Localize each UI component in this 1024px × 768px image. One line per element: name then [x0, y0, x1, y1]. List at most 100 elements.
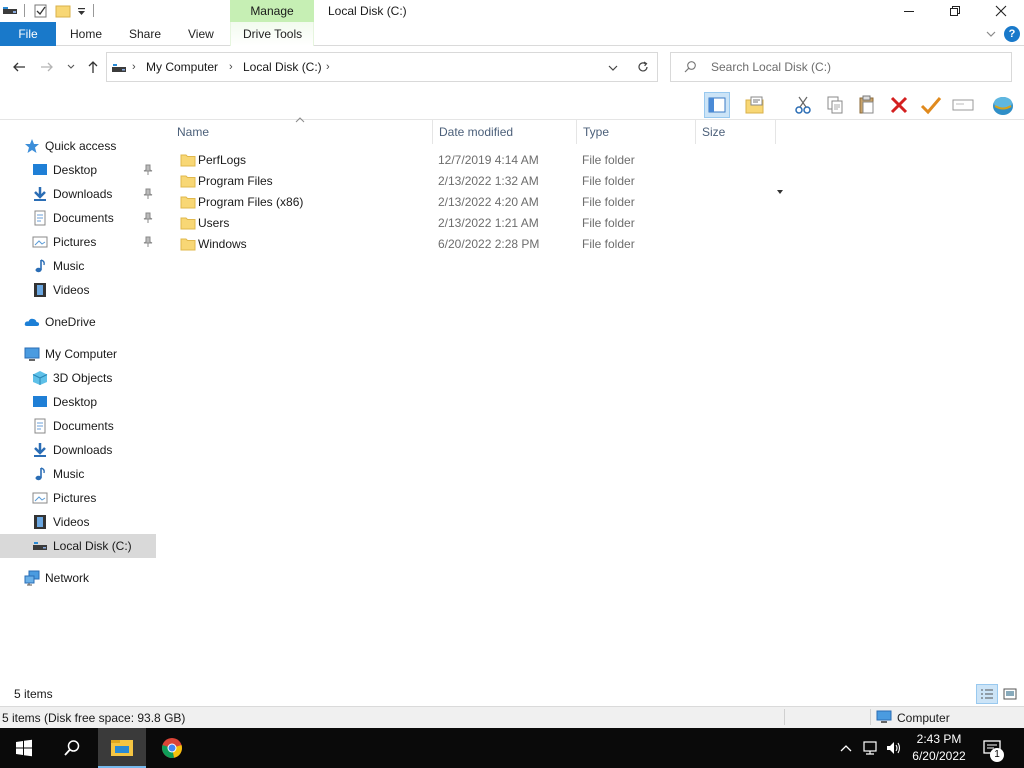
network-status-icon[interactable] [860, 738, 880, 758]
pin-icon[interactable] [142, 236, 154, 248]
paste-icon[interactable] [854, 92, 880, 118]
expand-ribbon-icon[interactable] [985, 28, 997, 40]
drive-icon [32, 538, 48, 554]
sidebar-item-quick-access[interactable]: Quick access [0, 134, 156, 158]
column-header-date-modified[interactable]: Date modified [433, 120, 577, 144]
sidebar-item-music[interactable]: Music [0, 462, 156, 486]
tab-share[interactable]: Share [129, 22, 161, 46]
sidebar-item-downloads-pinned[interactable]: Downloads [0, 182, 156, 206]
sidebar-item-videos-quick[interactable]: Videos [0, 278, 156, 302]
column-header-name[interactable]: Name [171, 120, 433, 144]
recent-locations-chevron-icon[interactable] [62, 58, 80, 76]
folder-icon [180, 153, 196, 167]
refresh-button[interactable] [628, 52, 658, 82]
show-hidden-icons-chevron-icon[interactable] [836, 738, 856, 758]
sidebar-item-my-computer[interactable]: My Computer [0, 342, 156, 366]
address-dropdown-icon[interactable] [607, 62, 619, 74]
column-header-type[interactable]: Type [577, 120, 696, 144]
sidebar-item-label: Documents [53, 211, 114, 225]
volume-icon[interactable] [884, 738, 904, 758]
properties-icon[interactable] [33, 3, 49, 19]
file-row[interactable]: Windows 6/20/2022 2:28 PM File folder [178, 234, 778, 255]
start-button[interactable] [0, 728, 48, 768]
large-icons-view-button[interactable] [1000, 684, 1020, 704]
drive-icon [111, 60, 127, 76]
file-type: File folder [582, 153, 635, 167]
cut-icon[interactable] [790, 92, 816, 118]
restore-button[interactable] [932, 0, 978, 22]
tab-manage[interactable]: Manage [230, 0, 314, 22]
column-header-size[interactable]: Size [696, 120, 776, 144]
delete-icon[interactable] [886, 92, 912, 118]
sidebar-item-desktop-pinned[interactable]: Desktop [0, 158, 156, 182]
sidebar-item-music-quick[interactable]: Music [0, 254, 156, 278]
breadcrumb-my-computer[interactable]: My Computer [146, 60, 218, 74]
folder-options-icon[interactable] [742, 92, 768, 118]
up-button[interactable] [84, 58, 102, 76]
pin-icon[interactable] [142, 188, 154, 200]
sidebar-item-label: Documents [53, 419, 114, 433]
sidebar-item-documents-pinned[interactable]: Documents [0, 206, 156, 230]
details-view-button[interactable] [976, 684, 998, 704]
sidebar-item-desktop[interactable]: Desktop [0, 390, 156, 414]
explorer-app-icon[interactable] [2, 3, 18, 19]
breadcrumb-separator[interactable]: › [326, 61, 330, 73]
sidebar-item-label: Downloads [53, 187, 113, 201]
back-button[interactable] [10, 58, 28, 76]
pictures-icon [32, 234, 48, 250]
sidebar-item-label: Videos [53, 515, 90, 529]
network-globe-icon[interactable] [990, 92, 1016, 118]
checkmark-icon[interactable] [918, 92, 944, 118]
music-note-icon [32, 258, 48, 274]
sidebar-item-local-disk[interactable]: Local Disk (C:) [0, 534, 156, 558]
sidebar-item-pictures-pinned[interactable]: Pictures [0, 230, 156, 254]
cloud-icon [24, 314, 40, 330]
sidebar-item-videos[interactable]: Videos [0, 510, 156, 534]
file-date: 2/13/2022 4:20 AM [438, 195, 539, 209]
sidebar-item-3d-objects[interactable]: 3D Objects [0, 366, 156, 390]
tab-home[interactable]: Home [70, 22, 102, 46]
sidebar-item-onedrive[interactable]: OneDrive [0, 310, 156, 334]
rename-icon[interactable] [950, 92, 976, 118]
file-row[interactable]: Program Files 2/13/2022 1:32 AM File fol… [178, 171, 778, 192]
chrome-icon[interactable] [148, 728, 196, 768]
new-folder-icon[interactable] [55, 3, 71, 19]
sidebar-item-pictures[interactable]: Pictures [0, 486, 156, 510]
details-bar: 5 items (Disk free space: 93.8 GB) Compu… [0, 706, 1024, 728]
tab-file[interactable]: File [0, 22, 56, 46]
copy-icon[interactable] [822, 92, 848, 118]
close-button[interactable] [978, 0, 1024, 22]
title-bar: Manage Local Disk (C:) [0, 0, 1024, 22]
help-icon[interactable]: ? [1004, 26, 1020, 42]
address-bar[interactable]: › My Computer › Local Disk (C:) › [106, 52, 658, 82]
tab-drive-tools[interactable]: Drive Tools [243, 22, 302, 46]
file-explorer-taskbar-icon[interactable] [98, 728, 146, 768]
breadcrumb-separator[interactable]: › [229, 61, 233, 73]
file-row[interactable]: PerfLogs 12/7/2019 4:14 AM File folder [178, 150, 778, 171]
sidebar-item-downloads[interactable]: Downloads [0, 438, 156, 462]
forward-button[interactable] [38, 58, 56, 76]
search-icon [683, 60, 697, 74]
sidebar-item-network[interactable]: Network [0, 566, 156, 590]
clock-time[interactable]: 2:43 PM [912, 732, 966, 746]
breadcrumb-local-disk[interactable]: Local Disk (C:) [243, 60, 322, 74]
preview-pane-icon[interactable] [704, 92, 730, 118]
notification-badge: 1 [990, 748, 1004, 762]
tab-view[interactable]: View [188, 22, 214, 46]
pin-icon[interactable] [142, 212, 154, 224]
minimize-button[interactable] [886, 0, 932, 22]
file-row[interactable]: Users 2/13/2022 1:21 AM File folder [178, 213, 778, 234]
computer-icon [24, 346, 40, 362]
clock-date[interactable]: 6/20/2022 [906, 749, 972, 763]
pin-icon[interactable] [142, 164, 154, 176]
file-type: File folder [582, 174, 635, 188]
breadcrumb-separator[interactable]: › [132, 61, 136, 73]
search-box[interactable]: Search Local Disk (C:) [670, 52, 1012, 82]
customize-quick-access-icon[interactable] [74, 3, 90, 19]
sidebar-item-documents[interactable]: Documents [0, 414, 156, 438]
search-input[interactable]: Search Local Disk (C:) [711, 60, 831, 74]
search-icon[interactable] [48, 728, 96, 768]
folder-icon [180, 174, 196, 188]
file-row[interactable]: Program Files (x86) 2/13/2022 4:20 AM Fi… [178, 192, 778, 213]
sidebar-item-label: Quick access [45, 139, 117, 153]
